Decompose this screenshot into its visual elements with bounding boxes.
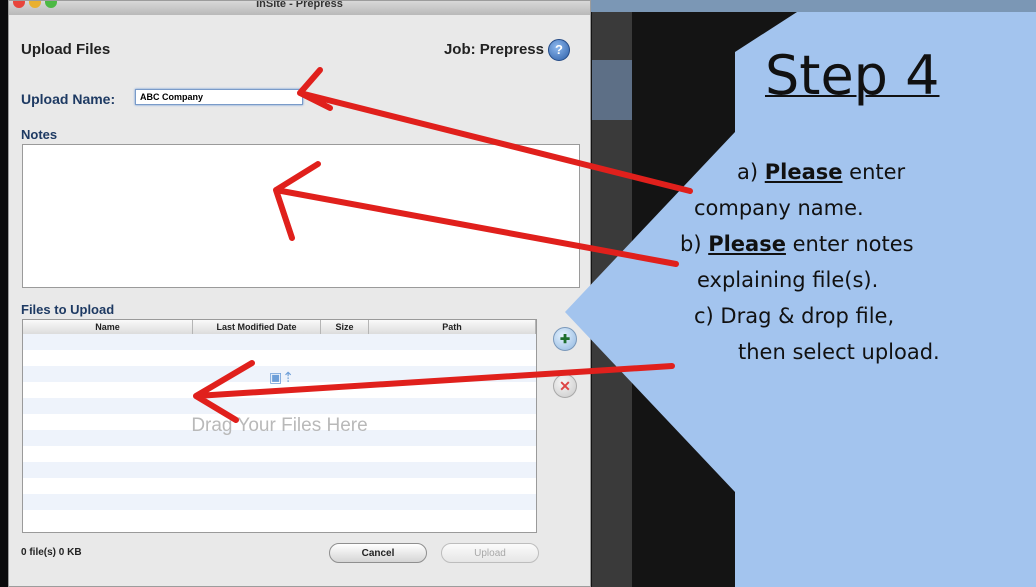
table-row [23,446,536,462]
table-row [23,350,536,366]
upload-name-label: Upload Name: [21,91,116,107]
table-row [23,494,536,510]
step-title: Step 4 [765,44,940,107]
upload-name-input[interactable] [135,89,303,105]
dialog-title: Upload Files [21,41,111,58]
column-header-size[interactable]: Size [321,320,369,334]
upload-button[interactable]: Upload [441,543,539,563]
title-bar: InSite - Prepress [9,1,590,15]
notes-label: Notes [21,127,58,142]
job-label: Job: Prepress [443,41,544,58]
background-window-strip [520,0,1036,12]
files-drop-zone[interactable]: Name Last Modified Date Size Path ▣⇡ Dra… [22,319,537,533]
drop-files-text: Drag Your Files Here [191,415,368,436]
files-to-upload-label: Files to Upload [21,302,115,317]
instruction-c-line1: c) Drag & drop file, [694,304,895,328]
instruction-a-line2: company name. [694,196,864,220]
instruction-b-line2: explaining file(s). [697,268,879,292]
drop-files-icon: ▣⇡ [269,369,294,385]
instruction-a-prefix: a) [737,160,765,184]
instruction-b-prefix: b) [680,232,709,256]
instruction-b-emphasis: Please [708,232,786,256]
table-row [23,478,536,494]
notes-textarea[interactable] [22,144,580,288]
column-header-path[interactable]: Path [369,320,536,334]
instruction-b-rest: enter notes [785,232,914,256]
instruction-a-emphasis: Please [764,160,843,184]
upload-dialog: InSite - Prepress Upload Files Job: Prep… [8,0,591,587]
instruction-a-line1: a) Please enter [737,160,905,184]
cancel-button[interactable]: Cancel [329,543,427,563]
table-row [23,510,536,526]
table-row [23,334,536,350]
instruction-a-rest: enter [842,160,906,184]
column-header-name[interactable]: Name [23,320,193,334]
instruction-c-line2: then select upload. [738,340,940,364]
file-count-status: 0 file(s) 0 KB [21,547,82,558]
table-row [23,398,536,414]
window-title: InSite - Prepress [256,1,343,10]
column-header-last-modified[interactable]: Last Modified Date [193,320,321,334]
table-row [23,462,536,478]
instruction-b-line1: b) Please enter notes [680,232,914,256]
files-table-header: Name Last Modified Date Size Path [23,320,536,335]
